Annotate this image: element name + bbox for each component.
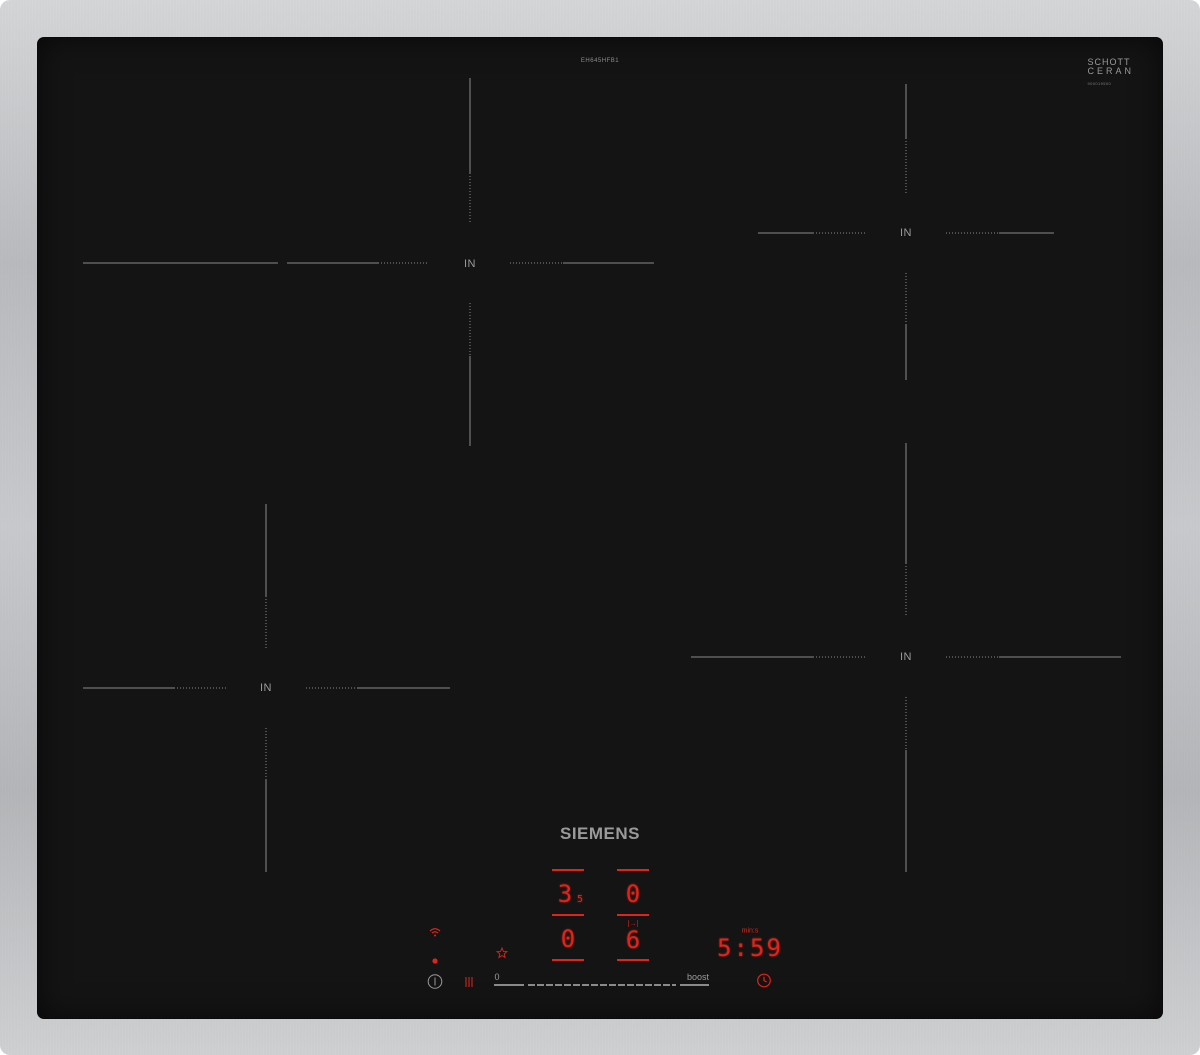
red-dot-icon [432,951,438,969]
star-icon[interactable] [495,946,509,964]
glass-brand-code: 900019500 [1087,81,1112,86]
powermove-symbol: |→| [627,920,639,928]
slider-end-label[interactable]: boost [687,972,709,982]
zone-3-label: IN [260,682,272,694]
heat-icon[interactable] [464,975,474,993]
clock-icon[interactable] [757,973,772,993]
stainless-frame: EH645HFB1 SCHOTT CERAN 900019500 IN IN I… [0,0,1200,1055]
brand-logo: SIEMENS [559,824,641,843]
model-code: EH645HFB1 [580,58,620,64]
timer-display[interactable]: 5:59 [717,936,783,960]
power-icon[interactable] [427,974,443,995]
zone-display-bottom-right[interactable]: 6 [626,928,640,952]
zone-display-top-left[interactable]: 3 [558,882,572,906]
zone-1-label: IN [464,258,476,270]
zone-display-top-left-decimal: 5 [576,894,584,905]
zone-display-bottom-left[interactable]: 0 [561,927,575,951]
zone-display-top-right[interactable]: 0 [626,882,640,906]
ceramic-glass-surface: EH645HFB1 SCHOTT CERAN 900019500 IN IN I… [38,38,1162,1018]
zone-2-label: IN [900,227,912,239]
zone-1-marking [83,78,654,446]
zone-4-label: IN [900,651,912,663]
slider-start-label: 0 [494,972,500,982]
glass-brand-logo: SCHOTT CERAN 900019500 [1087,58,1134,88]
zone-markings [83,78,1121,986]
wifi-icon[interactable] [429,924,441,942]
glass-brand-line2: CERAN [1087,66,1134,76]
